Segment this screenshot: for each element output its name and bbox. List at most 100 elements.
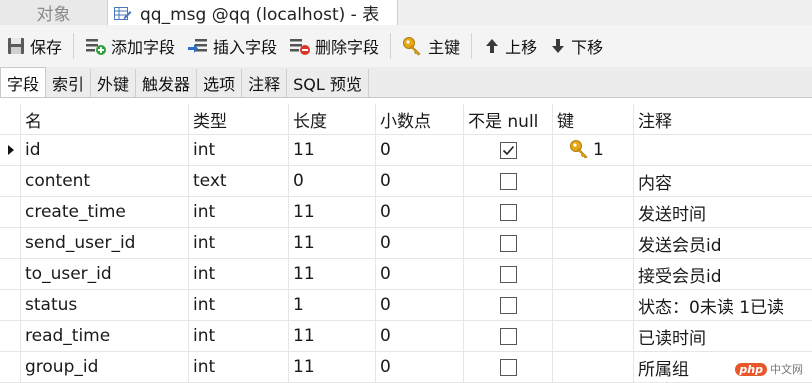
arrow-down-icon — [552, 39, 565, 53]
tab-comment[interactable]: 注释 — [242, 69, 288, 97]
field-decimals-cell[interactable]: 0 — [375, 197, 463, 227]
key-order: 1 — [593, 140, 604, 160]
key-icon — [403, 37, 421, 56]
column-header-length[interactable]: 长度 — [288, 104, 375, 134]
field-decimals-cell[interactable]: 0 — [375, 259, 463, 289]
table-row[interactable]: read_time int 11 0 已读时间 — [0, 321, 812, 352]
table-row[interactable]: group_id int 11 0 所属组 — [0, 352, 812, 383]
tab-table-design[interactable]: qq_msg @qq (localhost) - 表 — [108, 0, 398, 25]
tab-indexes-label: 索引 — [52, 75, 85, 94]
row-indicator-cell — [0, 166, 20, 196]
field-name-cell[interactable]: content — [20, 166, 188, 196]
not-null-checkbox[interactable] — [499, 172, 517, 190]
not-null-checkbox[interactable] — [499, 141, 517, 159]
tab-options[interactable]: 选项 — [197, 69, 243, 97]
not-null-cell — [463, 259, 552, 289]
field-length-cell[interactable]: 11 — [288, 352, 375, 382]
field-type-cell[interactable]: int — [188, 352, 288, 382]
field-name-cell[interactable]: group_id — [20, 352, 188, 382]
field-decimals-cell[interactable]: 0 — [375, 321, 463, 351]
field-comment-cell[interactable]: 状态：0未读 1已读 — [633, 290, 812, 320]
key-cell[interactable] — [552, 259, 633, 289]
tab-indexes[interactable]: 索引 — [46, 69, 92, 97]
key-cell[interactable] — [552, 228, 633, 258]
field-comment-cell[interactable]: 发送会员id — [633, 228, 812, 258]
field-type-cell[interactable]: int — [188, 228, 288, 258]
field-length-cell[interactable]: 11 — [288, 228, 375, 258]
field-comment-cell[interactable]: 发送时间 — [633, 197, 812, 227]
field-comment-cell[interactable]: 已读时间 — [633, 321, 812, 351]
field-comment-cell[interactable]: 接受会员id — [633, 259, 812, 289]
field-name-cell[interactable]: read_time — [20, 321, 188, 351]
field-comment-cell[interactable] — [633, 135, 812, 165]
field-name-cell[interactable]: send_user_id — [20, 228, 188, 258]
tab-foreign-keys[interactable]: 外键 — [91, 69, 137, 97]
table-row[interactable]: content text 0 0 内容 — [0, 166, 812, 197]
key-cell[interactable] — [552, 290, 633, 320]
column-header-type[interactable]: 类型 — [188, 104, 288, 134]
field-length-cell[interactable]: 11 — [288, 197, 375, 227]
delete-field-label: 删除字段 — [315, 38, 380, 57]
column-header-key[interactable]: 键 — [552, 104, 633, 134]
move-down-button[interactable]: 下移 — [543, 31, 609, 61]
add-field-button[interactable]: 添加字段 — [79, 31, 181, 61]
key-cell[interactable] — [552, 352, 633, 382]
key-cell[interactable] — [552, 321, 633, 351]
insert-field-button[interactable]: 插入字段 — [181, 31, 283, 61]
key-cell[interactable] — [552, 166, 633, 196]
field-name-cell[interactable]: to_user_id — [20, 259, 188, 289]
table-row[interactable]: id int 11 0 1 — [0, 135, 812, 166]
primary-key-button[interactable]: 主键 — [396, 31, 466, 61]
field-decimals-cell[interactable]: 0 — [375, 135, 463, 165]
not-null-checkbox[interactable] — [499, 234, 517, 252]
column-header-not-null[interactable]: 不是 null — [463, 104, 552, 134]
field-length-cell[interactable]: 11 — [288, 321, 375, 351]
save-button[interactable]: 保存 — [0, 31, 68, 61]
add-field-label: 添加字段 — [111, 38, 176, 57]
not-null-checkbox[interactable] — [499, 203, 517, 221]
field-type-cell[interactable]: int — [188, 135, 288, 165]
field-length-cell[interactable]: 11 — [288, 135, 375, 165]
tab-triggers[interactable]: 触发器 — [136, 69, 198, 97]
table-row[interactable]: send_user_id int 11 0 发送会员id — [0, 228, 812, 259]
not-null-checkbox[interactable] — [499, 327, 517, 345]
toolbar: 保存 添加字段 插入字段 删除字段 主键 上移 下移 — [0, 25, 812, 67]
key-cell[interactable] — [552, 197, 633, 227]
field-decimals-cell[interactable]: 0 — [375, 166, 463, 196]
tab-sql-preview[interactable]: SQL 预览 — [287, 69, 369, 97]
field-name-cell[interactable]: status — [20, 290, 188, 320]
field-type-cell[interactable]: int — [188, 259, 288, 289]
toolbar-divider — [471, 33, 473, 59]
not-null-checkbox[interactable] — [499, 296, 517, 314]
field-type-cell[interactable]: int — [188, 197, 288, 227]
key-cell[interactable]: 1 — [552, 135, 633, 165]
column-header-comment[interactable]: 注释 — [633, 104, 812, 134]
table-row[interactable]: to_user_id int 11 0 接受会员id — [0, 259, 812, 290]
table-row[interactable]: status int 1 0 状态：0未读 1已读 — [0, 290, 812, 321]
field-name-cell[interactable]: id — [20, 135, 188, 165]
field-length-cell[interactable]: 1 — [288, 290, 375, 320]
field-name-cell[interactable]: create_time — [20, 197, 188, 227]
column-header-name[interactable]: 名 — [20, 104, 188, 134]
table-row[interactable]: create_time int 11 0 发送时间 — [0, 197, 812, 228]
tab-fields[interactable]: 字段 — [0, 67, 47, 97]
column-header-decimals[interactable]: 小数点 — [375, 104, 463, 134]
not-null-checkbox[interactable] — [499, 265, 517, 283]
field-decimals-cell[interactable]: 0 — [375, 290, 463, 320]
tab-objects[interactable]: 对象 — [0, 0, 108, 25]
delete-field-button[interactable]: 删除字段 — [283, 31, 385, 61]
watermark-text: 中文网 — [770, 363, 803, 376]
move-up-button[interactable]: 上移 — [477, 31, 543, 61]
field-decimals-cell[interactable]: 0 — [375, 352, 463, 382]
row-indicator-cell — [0, 259, 20, 289]
primary-key-indicator: 1 — [557, 139, 604, 161]
field-type-cell[interactable]: int — [188, 321, 288, 351]
field-type-cell[interactable]: int — [188, 290, 288, 320]
field-type-cell[interactable]: text — [188, 166, 288, 196]
tab-fields-label: 字段 — [7, 74, 40, 94]
field-length-cell[interactable]: 0 — [288, 166, 375, 196]
field-decimals-cell[interactable]: 0 — [375, 228, 463, 258]
not-null-checkbox[interactable] — [499, 358, 517, 376]
field-length-cell[interactable]: 11 — [288, 259, 375, 289]
field-comment-cell[interactable]: 内容 — [633, 166, 812, 196]
